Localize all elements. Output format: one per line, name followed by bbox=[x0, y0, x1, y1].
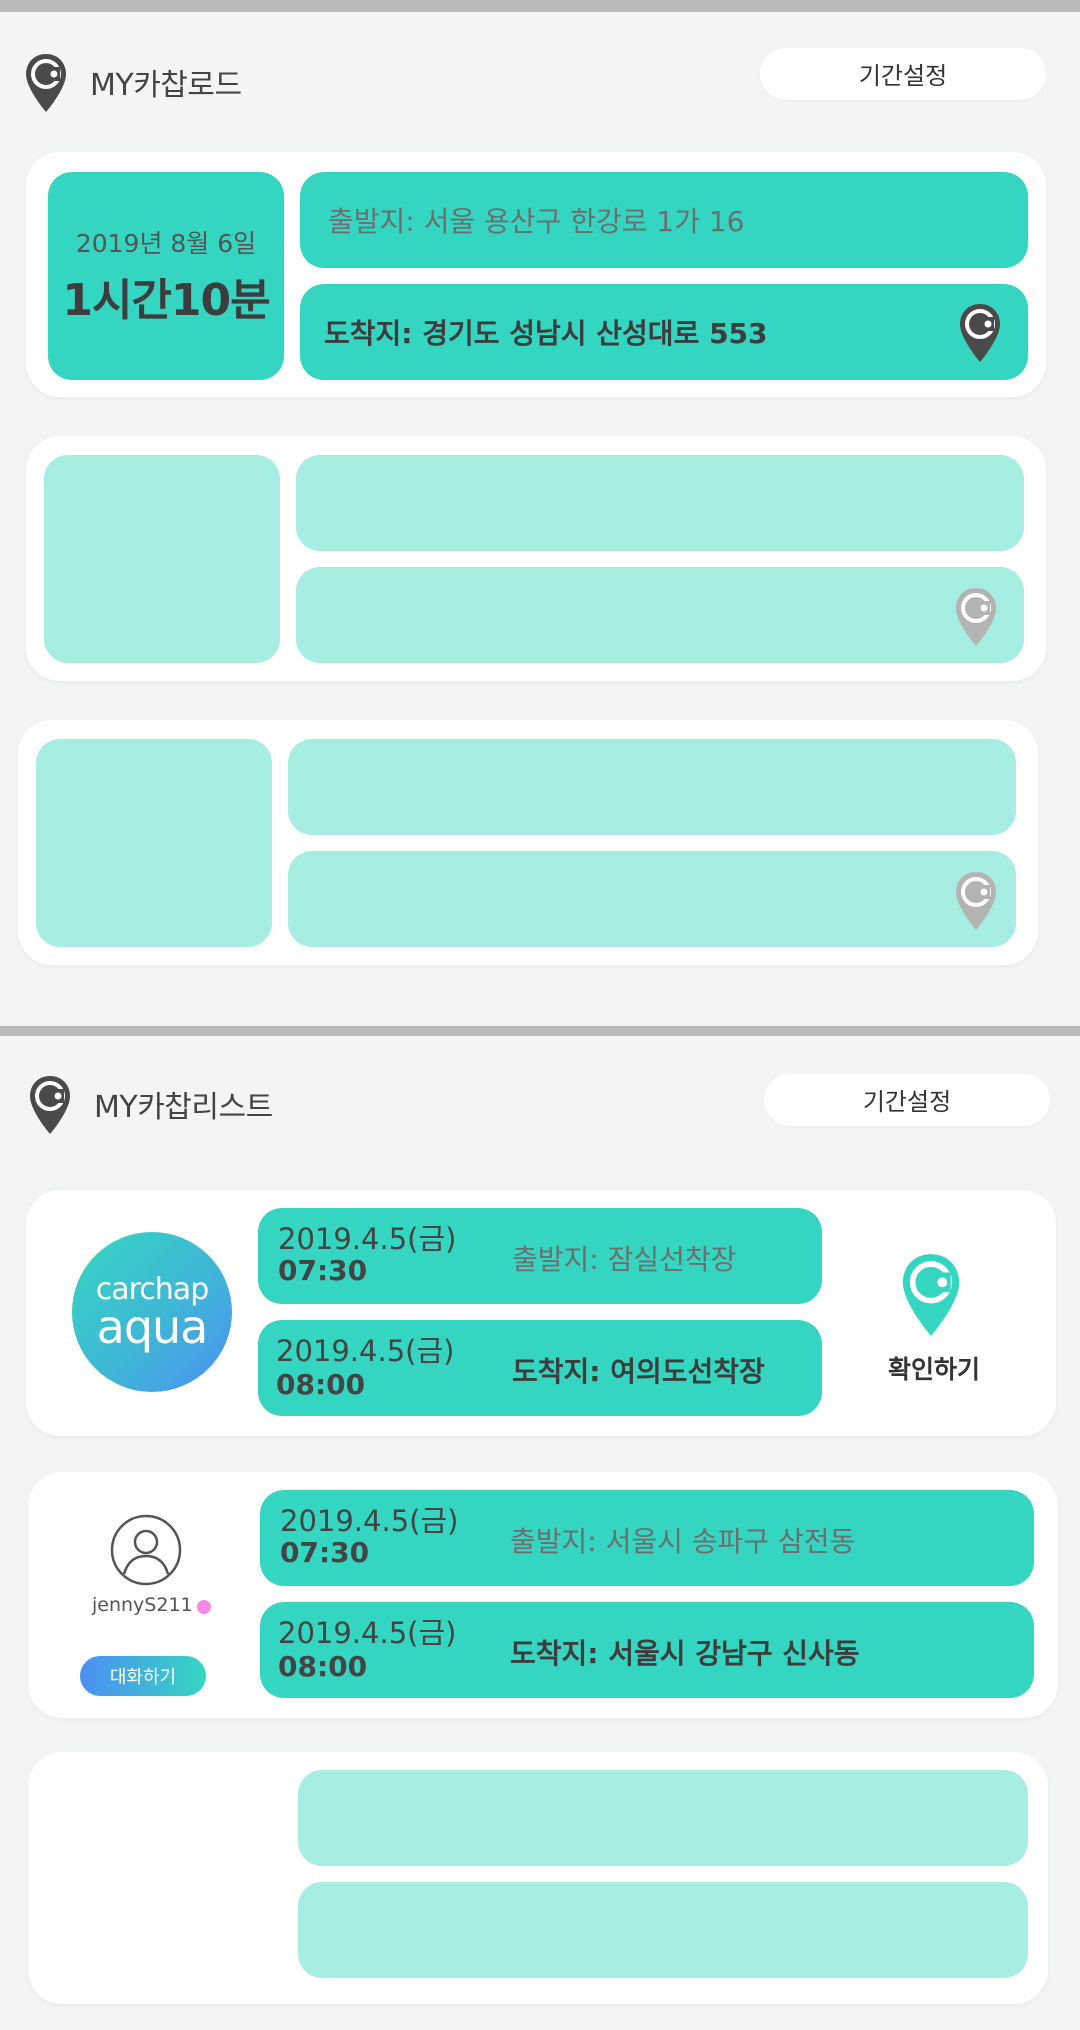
arrival-address: 도착지: 여의도선착장 bbox=[512, 1355, 765, 1388]
confirm-button[interactable]: 확인하기 bbox=[888, 1350, 980, 1386]
chat-button[interactable]: 대화하기 bbox=[80, 1656, 206, 1696]
top-divider bbox=[0, 0, 1080, 12]
departure-box-empty bbox=[298, 1770, 1028, 1866]
departure-box: 2019.4.5(금) 07:30 출발지: 서울시 송파구 삼전동 bbox=[260, 1490, 1034, 1586]
departure-time: 07:30 bbox=[280, 1536, 370, 1569]
arrival-time: 08:00 bbox=[278, 1650, 368, 1683]
arrival-date: 2019.4.5(금) bbox=[278, 1616, 457, 1650]
departure-box: 2019.4.5(금) 07:30 출발지: 잠실선착장 bbox=[258, 1208, 822, 1304]
carchap-pin-icon bbox=[954, 870, 998, 936]
user-name-row: jennyS211 bbox=[92, 1594, 211, 1616]
arrival-box: 2019.4.5(금) 08:00 도착지: 여의도선착장 bbox=[258, 1320, 822, 1416]
departure-address: 출발지: 잠실선착장 bbox=[512, 1243, 737, 1276]
arrival-box-empty bbox=[298, 1882, 1028, 1978]
period-setting-button[interactable]: 기간설정 bbox=[764, 1074, 1050, 1126]
logo-text-bottom: aqua bbox=[96, 1300, 209, 1354]
trip-summary-box-empty bbox=[36, 739, 272, 947]
arrival-box-empty bbox=[288, 851, 1016, 947]
section-title-road: MY카찹로드 bbox=[90, 68, 242, 103]
departure-box-empty bbox=[288, 739, 1016, 835]
arrival-box: 도착지: 경기도 성남시 산성대로 553 bbox=[300, 284, 1028, 380]
carchap-pin-icon bbox=[954, 586, 998, 652]
user-avatar-icon bbox=[110, 1514, 182, 1590]
carchap-pin-icon bbox=[28, 1074, 72, 1140]
trip-summary-box-empty bbox=[44, 455, 280, 663]
trip-date: 2019년 8월 6일 bbox=[75, 229, 257, 258]
arrival-address: 도착지: 경기도 성남시 산성대로 553 bbox=[324, 317, 768, 350]
departure-box-empty bbox=[296, 455, 1024, 551]
departure-address: 출발지: 서울 용산구 한강로 1가 16 bbox=[328, 205, 745, 238]
online-status-dot bbox=[196, 1599, 211, 1614]
arrival-address: 도착지: 서울시 강남구 신사동 bbox=[510, 1637, 860, 1670]
section-divider bbox=[0, 1026, 1080, 1036]
departure-date: 2019.4.5(금) bbox=[280, 1504, 459, 1538]
arrival-date: 2019.4.5(금) bbox=[276, 1334, 455, 1368]
departure-date: 2019.4.5(금) bbox=[278, 1222, 457, 1256]
carchap-pin-icon[interactable] bbox=[958, 302, 1002, 368]
arrival-time: 08:00 bbox=[276, 1368, 366, 1401]
carchap-aqua-logo: carchap aqua bbox=[72, 1232, 232, 1392]
departure-box: 출발지: 서울 용산구 한강로 1가 16 bbox=[300, 172, 1028, 268]
username: jennyS211 bbox=[92, 1594, 193, 1616]
section-title-list: MY카찹리스트 bbox=[94, 1090, 273, 1125]
carchap-pin-icon[interactable] bbox=[900, 1250, 962, 1344]
arrival-box-empty bbox=[296, 567, 1024, 663]
trip-summary-box: 2019년 8월 6일 1시간10분 bbox=[48, 172, 284, 380]
trip-duration: 1시간10분 bbox=[62, 275, 270, 326]
departure-address: 출발지: 서울시 송파구 삼전동 bbox=[510, 1525, 856, 1558]
carchap-pin-icon bbox=[24, 52, 68, 118]
departure-time: 07:30 bbox=[278, 1254, 368, 1287]
period-setting-button[interactable]: 기간설정 bbox=[760, 48, 1046, 100]
arrival-box: 2019.4.5(금) 08:00 도착지: 서울시 강남구 신사동 bbox=[260, 1602, 1034, 1698]
